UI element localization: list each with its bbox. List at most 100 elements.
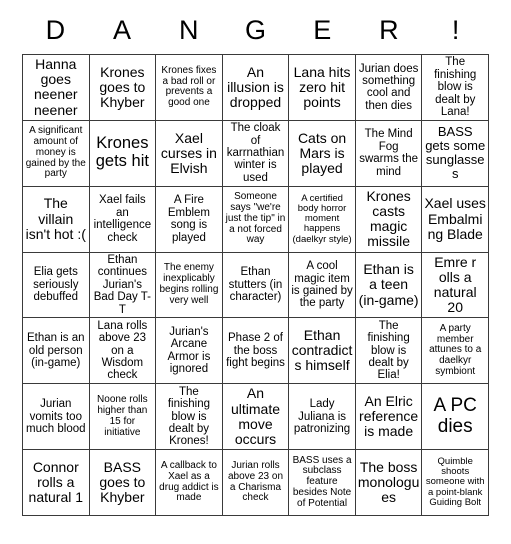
bingo-cell[interactable]: Emre r olls a natural 20 — [422, 252, 489, 319]
bingo-cell[interactable]: A callback to Xael as a drug addict is m… — [156, 450, 223, 516]
bingo-cell[interactable]: BASS goes to Khyber — [89, 450, 157, 516]
bingo-cell-label: Ethan continues Jurian's Bad Day T-T — [93, 253, 152, 316]
bingo-cell-label: The enemy inexplicably begins rolling ve… — [159, 262, 219, 306]
bingo-cell-label: The boss monologues — [357, 458, 420, 506]
bingo-header-letter-3: G — [244, 14, 266, 45]
bingo-cell-label: A certified body horror moment happens (… — [292, 192, 352, 245]
bingo-cell[interactable]: Hanna goes neener neener — [23, 55, 90, 121]
bingo-cell[interactable]: Ethan continues Jurian's Bad Day T-T — [89, 252, 157, 319]
bingo-cell-label: Connor rolls a natural 1 — [28, 458, 84, 506]
bingo-cell-label: Lady Juliana is patronizing — [293, 398, 351, 435]
bingo-cell[interactable]: Jurian rolls above 23 on a Charisma chec… — [222, 450, 290, 516]
bingo-cell-label: Jurian does something cool and then dies — [358, 62, 419, 112]
bingo-header: D A N G E R! — [22, 8, 489, 52]
bingo-cell-label: The finishing blow is dealt by Lana! — [434, 56, 477, 119]
bingo-cell[interactable]: An illusion is dropped — [222, 55, 290, 121]
bingo-cell-label: An ultimate move occurs — [230, 385, 280, 447]
bingo-cell[interactable]: Jurian vomits too much blood — [23, 384, 90, 451]
bingo-header-letter-6: ! — [451, 14, 460, 45]
bingo-cell-label: Phase 2 of the boss fight begins — [226, 332, 285, 370]
bingo-cell[interactable]: Someone says "we're just the tip" in a n… — [222, 186, 290, 253]
bingo-cell[interactable]: A party member attunes to a daelkyr symb… — [422, 318, 489, 385]
bingo-cell-label: Krones gets hit — [95, 134, 149, 171]
bingo-cell-label: BASS goes to Khyber — [99, 458, 146, 506]
bingo-cell[interactable]: The finishing blow is dealt by Elia! — [355, 318, 423, 385]
bingo-cell[interactable]: The villain isn't hot :( — [23, 186, 90, 253]
bingo-cell-label: A Fire Emblem song is played — [167, 194, 211, 244]
bingo-cell-label: Ethan stutters (in character) — [228, 266, 283, 304]
bingo-cell[interactable]: Ethan is an old person (in-game) — [23, 318, 90, 385]
bingo-cell[interactable]: The Mind Fog swarms the mind — [355, 120, 423, 187]
bingo-cell-label: Ethan contradicts himself — [291, 327, 353, 374]
bingo-cell[interactable]: An ultimate move occurs — [222, 384, 290, 451]
bingo-cell-label: Jurian's Arcane Armor is ignored — [167, 326, 211, 376]
bingo-card: D A N G E R! Hanna goes neener neener Krones g… — [0, 0, 511, 544]
bingo-grid: Hanna goes neener neener Krones goes to K… — [22, 54, 489, 516]
bingo-header-letter-1: A — [113, 14, 132, 45]
bingo-cell[interactable]: A Fire Emblem song is played — [156, 186, 223, 253]
bingo-header-letter-2: N — [179, 14, 199, 45]
bingo-cell-label: Ethan is a teen (in-game) — [358, 261, 419, 308]
bingo-cell[interactable]: Lana hits zero hit points — [289, 55, 356, 121]
bingo-cell[interactable]: Xael fails an intelligence check — [89, 186, 157, 253]
bingo-cell-label: Hanna goes neener neener — [33, 56, 78, 118]
bingo-cell-label: Ethan is an old person (in-game) — [27, 332, 85, 370]
bingo-cell[interactable]: The cloak of karrnathian winter is used — [222, 120, 290, 187]
bingo-cell[interactable]: An Elric reference is made — [355, 384, 423, 451]
bingo-cell-label: Someone says "we're just the tip" in a n… — [225, 191, 286, 246]
bingo-cell-label: Krones goes to Khyber — [99, 63, 146, 110]
bingo-cell[interactable]: Ethan contradicts himself — [289, 318, 356, 385]
bingo-cell[interactable]: Quimble shoots someone with a point-blan… — [422, 450, 489, 516]
bingo-cell[interactable]: Krones casts magic missile — [355, 186, 423, 253]
bingo-cell[interactable]: The finishing blow is dealt by Lana! — [422, 55, 489, 121]
bingo-cell[interactable]: The finishing blow is dealt by Krones! — [156, 384, 223, 451]
bingo-header-letter-0: D — [45, 14, 66, 45]
bingo-cell-label: An illusion is dropped — [227, 63, 284, 110]
bingo-cell-label: Elia gets seriously debuffed — [33, 266, 79, 304]
bingo-cell-label: Xael fails an intelligence check — [93, 194, 152, 244]
bingo-cell-label: BASS gets some sunglasses — [425, 124, 486, 182]
bingo-cell-label: The villain isn't hot :( — [25, 195, 86, 242]
bingo-cell-label: The cloak of karrnathian winter is used — [226, 122, 285, 184]
bingo-cell[interactable]: A certified body horror moment happens (… — [289, 186, 356, 253]
bingo-cell-label: Krones casts magic missile — [366, 187, 411, 250]
bingo-cell[interactable]: Jurian does something cool and then dies — [355, 55, 423, 121]
bingo-cell[interactable]: Krones gets hit — [89, 120, 157, 187]
bingo-cell-label: Cats on Mars is played — [297, 129, 347, 176]
bingo-cell[interactable]: Krones fixes a bad roll or prevents a go… — [156, 55, 223, 121]
bingo-cell-label: The finishing blow is dealt by Krones! — [167, 385, 211, 448]
bingo-cell[interactable]: Krones goes to Khyber — [89, 55, 157, 121]
bingo-cell[interactable]: A PC dies — [422, 384, 489, 451]
bingo-cell[interactable]: Phase 2 of the boss fight begins — [222, 318, 290, 385]
bingo-cell[interactable]: A cool magic item is gained by the party — [289, 252, 356, 319]
bingo-cell[interactable]: BASS gets some sunglasses — [422, 120, 489, 187]
bingo-cell[interactable]: The enemy inexplicably begins rolling ve… — [156, 252, 223, 319]
bingo-cell-label: Jurian rolls above 23 on a Charisma chec… — [227, 459, 284, 504]
bingo-cell-label: Lana hits zero hit points — [293, 63, 351, 110]
bingo-header-letter-4: E — [313, 14, 332, 45]
bingo-cell[interactable]: Jurian's Arcane Armor is ignored — [156, 318, 223, 385]
bingo-cell-label: Emre r olls a natural 20 — [433, 253, 477, 316]
bingo-cell-label: An Elric reference is made — [359, 393, 419, 440]
bingo-cell-label: Xael curses in Elvish — [160, 129, 217, 176]
bingo-cell[interactable]: BASS uses a subclass feature besides Not… — [289, 450, 356, 516]
bingo-cell[interactable]: Xael curses in Elvish — [156, 120, 223, 187]
bingo-cell[interactable]: Ethan is a teen (in-game) — [355, 252, 423, 319]
bingo-cell[interactable]: Ethan stutters (in character) — [222, 252, 290, 319]
bingo-cell[interactable]: Lady Juliana is patronizing — [289, 384, 356, 451]
bingo-cell[interactable]: The boss monologues — [355, 450, 423, 516]
bingo-cell[interactable]: Lana rolls above 23 on a Wisdom check — [89, 318, 157, 385]
bingo-cell[interactable]: Connor rolls a natural 1 — [23, 450, 90, 516]
bingo-cell-label: A party member attunes to a daelkyr symb… — [429, 322, 482, 378]
bingo-cell[interactable]: Elia gets seriously debuffed — [23, 252, 90, 319]
bingo-cell[interactable]: Noone rolls higher than 15 for initiativ… — [89, 384, 157, 451]
bingo-cell[interactable]: Cats on Mars is played — [289, 120, 356, 187]
bingo-cell-label: Quimble shoots someone with a point-blan… — [425, 455, 485, 508]
bingo-cell-label: A cool magic item is gained by the party — [291, 260, 353, 310]
bingo-cell[interactable]: A significant amount of money is gained … — [23, 120, 90, 187]
bingo-cell-label: Jurian vomits too much blood — [26, 398, 86, 435]
bingo-cell-label: The Mind Fog swarms the mind — [359, 128, 419, 178]
bingo-cell-label: Krones fixes a bad roll or prevents a go… — [161, 64, 217, 109]
bingo-cell[interactable]: Xael uses Embalming Blade — [422, 186, 489, 253]
bingo-cell-label: A significant amount of money is gained … — [25, 125, 86, 180]
